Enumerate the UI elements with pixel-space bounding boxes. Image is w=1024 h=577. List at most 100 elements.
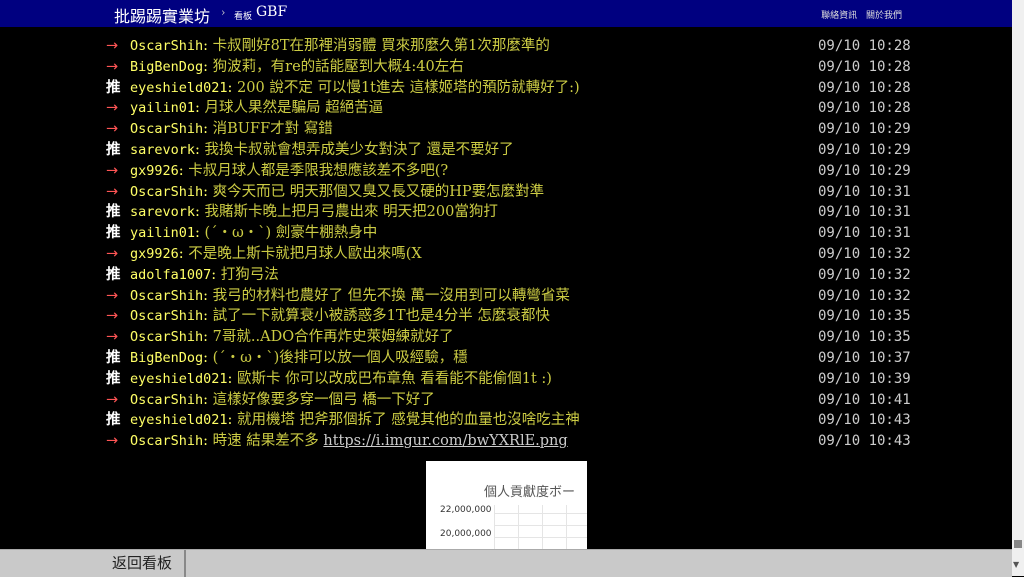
comment-content: 7哥就..ADO合作再炸史萊姆練就好了 <box>213 329 454 345</box>
comment-row: → OscarShih: 卡叔剛好8T在那裡消弱體 買來那麼久第1次那麼準的 09/… <box>106 36 916 57</box>
back-to-board-button[interactable]: 返回看板 <box>100 550 186 577</box>
comment-user: OscarShih <box>130 391 204 408</box>
push-tag: 推 <box>106 224 121 242</box>
top-links: 聯絡資訊 關於我們 <box>815 8 902 21</box>
comment-text: (´・ω・`) 劍豪牛棚熱身中 <box>204 225 378 242</box>
arrow-tag: → <box>106 245 119 262</box>
comment-content: 我賭斯卡晚上把月弓農出來 明天把200當狗打 <box>205 204 498 220</box>
comment-text: 不是晚上斯卡就把月球人歐出來嗎(X <box>188 245 422 262</box>
comment-text: 時速 結果差不多 <box>212 433 324 450</box>
comment-colon: : <box>203 433 213 450</box>
comment-content: 200 說不定 可以慢1t進去 這樣姬塔的預防就轉好了:) <box>237 80 580 96</box>
comment-user: gx9926 <box>130 245 179 262</box>
comment-content: 狗波莉，有re的話能壓到大概4:40左右 <box>213 59 464 75</box>
comment-user: sarevork <box>130 204 196 221</box>
comment-row: → gx9926: 不是晚上斯卡就把月球人歐出來嗎(X 09/10 10:32 <box>106 244 916 265</box>
comment-colon: : <box>203 38 213 54</box>
comment-row: 推 BigBenDog: (´・ω・`)後排可以放一個人吸經驗，穩 09/10 10… <box>106 348 916 369</box>
comment-colon: : <box>178 162 189 179</box>
comment-colon: : <box>227 79 238 96</box>
comment-colon: : <box>195 204 205 221</box>
comment-content: 試了一下就算衰小被誘惑多1T也是4分半 怎麼衰都快 <box>213 308 550 324</box>
arrow-tag: → <box>106 38 119 54</box>
arrow-tag: → <box>106 391 119 408</box>
top-bar: 批踢踢實業坊 › 看板 GBF 聯絡資訊 關於我們 <box>0 0 1012 27</box>
comment-user: yailin01 <box>130 225 196 242</box>
comment-time: 09/10 10:31 <box>818 225 911 242</box>
image-y-tick: 22,000,000 <box>440 505 492 515</box>
comment-time: 09/10 10:43 <box>818 412 911 429</box>
image-chart-title: 個人貢獻度ボー <box>484 485 576 500</box>
comment-text: 我換卡叔就會想弄成美少女對決了 還是不要好了 <box>204 141 514 158</box>
comment-user: OscarShih <box>130 121 204 138</box>
image-preview[interactable]: 個人貢獻度ボー 22,000,000 20,000,000 <box>426 461 587 549</box>
arrow-tag: → <box>106 100 119 117</box>
comment-row: → yailin01: 月球人果然是騙局 超絕苦逼 09/10 10:28 <box>106 98 916 119</box>
comment-row: 推 sarevork: 我賭斯卡晚上把月弓農出來 明天把200當狗打 09/10 1… <box>106 202 916 223</box>
comment-text: 我賭斯卡晚上把月弓農出來 明天把200當狗打 <box>204 204 498 221</box>
grid-line <box>542 505 543 549</box>
comment-time: 09/10 10:39 <box>818 370 911 387</box>
comment-colon: : <box>203 329 213 346</box>
push-tag: 推 <box>106 369 121 387</box>
comment-link[interactable]: https://i.imgur.com/bwYXRlE.png <box>323 433 567 449</box>
comment-user: OscarShih <box>130 433 204 450</box>
grid-line <box>494 505 495 549</box>
scroll-thumb[interactable] <box>1014 540 1022 548</box>
push-tag: 推 <box>106 140 121 158</box>
contact-link[interactable]: 聯絡資訊 <box>821 11 857 21</box>
comment-colon: : <box>203 183 213 200</box>
comment-text: 月球人果然是騙局 超絕苦逼 <box>204 100 384 117</box>
comment-time: 09/10 10:32 <box>818 245 911 262</box>
about-link[interactable]: 關於我們 <box>866 11 902 21</box>
comment-text: 狗波莉，有re的話能壓到大概4:40左右 <box>212 58 464 75</box>
comment-colon: : <box>203 121 213 138</box>
comment-text: 7哥就..ADO合作再炸史萊姆練就好了 <box>212 329 454 346</box>
comment-content: (´・ω・`)後排可以放一個人吸經驗，穩 <box>213 350 468 366</box>
comment-row: → OscarShih: 時速 結果差不多 https://i.imgur.com… <box>106 431 916 452</box>
comment-content: 就用機塔 把斧那個拆了 感覺其他的血量也沒啥吃主神 <box>237 412 580 428</box>
push-tag: 推 <box>106 411 121 429</box>
comment-text: 這樣好像要多穿一個弓 橋一下好了 <box>212 391 435 408</box>
comment-text: 就用機塔 把斧那個拆了 感覺其他的血量也沒啥吃主神 <box>237 412 580 429</box>
comment-row: → OscarShih: 我弓的材料也農好了 但先不換 萬一沒用到可以轉彎省菜 09… <box>106 286 916 307</box>
comment-time: 09/10 10:29 <box>818 121 911 138</box>
comment-time: 09/10 10:28 <box>818 38 911 54</box>
comment-row: 推 adolfa1007: 打狗弓法 09/10 10:32 <box>106 265 916 286</box>
comment-colon: : <box>203 308 213 325</box>
comment-row: 推 yailin01: (´・ω・`) 劍豪牛棚熱身中 09/10 10:31 <box>106 223 916 244</box>
scrollbar[interactable]: ▼ <box>1012 0 1024 576</box>
comment-colon: : <box>227 370 238 387</box>
grid-line <box>518 505 519 549</box>
grid-line <box>494 513 587 514</box>
comment-row: → OscarShih: 爽今天而已 明天那個又臭又長又硬的HP要怎麼對準 09/1… <box>106 182 916 203</box>
comment-text: 歐斯卡 你可以改成巴布章魚 看看能不能偷個1t :) <box>237 370 552 387</box>
comment-content: 不是晚上斯卡就把月球人歐出來嗎(X <box>188 246 421 262</box>
comment-user: eyeshield021 <box>130 370 228 387</box>
comment-user: adolfa1007 <box>130 266 212 283</box>
comment-content: 這樣好像要多穿一個弓 橋一下好了 <box>213 392 435 408</box>
push-tag: 推 <box>106 265 121 283</box>
comment-content: 時速 結果差不多 https://i.imgur.com/bwYXRlE.png <box>213 433 568 449</box>
push-tag: 推 <box>106 78 121 96</box>
bottom-bar: 返回看板 <box>0 549 1012 577</box>
site-title-link[interactable]: 批踢踢實業坊 <box>114 3 210 27</box>
board-name-link[interactable]: GBF <box>256 4 287 20</box>
comment-time: 09/10 10:31 <box>818 183 911 200</box>
comment-colon: : <box>203 391 213 408</box>
comment-time: 09/10 10:32 <box>818 266 911 283</box>
comment-content: 消BUFF才對 寫錯 <box>213 121 333 137</box>
grid-line <box>494 537 587 538</box>
comment-list: → OscarShih: 卡叔剛好8T在那裡消弱體 買來那麼久第1次那麼準的 09/… <box>106 36 916 452</box>
comment-text: 爽今天而已 明天那個又臭又長又硬的HP要怎麼對準 <box>212 183 545 200</box>
comment-user: BigBenDog <box>130 349 204 366</box>
breadcrumb-separator: › <box>221 6 226 19</box>
scroll-down-arrow-icon[interactable]: ▼ <box>1013 560 1019 569</box>
comment-text: 卡叔剛好8T在那裡消弱體 買來那麼久第1次那麼準的 <box>212 38 550 54</box>
comment-row: → OscarShih: 這樣好像要多穿一個弓 橋一下好了 09/10 10:41 <box>106 390 916 411</box>
arrow-tag: → <box>106 121 119 138</box>
comment-colon: : <box>195 225 205 242</box>
comment-colon: : <box>195 141 205 158</box>
comment-time: 09/10 10:28 <box>818 79 911 96</box>
comment-user: OscarShih <box>130 183 204 200</box>
